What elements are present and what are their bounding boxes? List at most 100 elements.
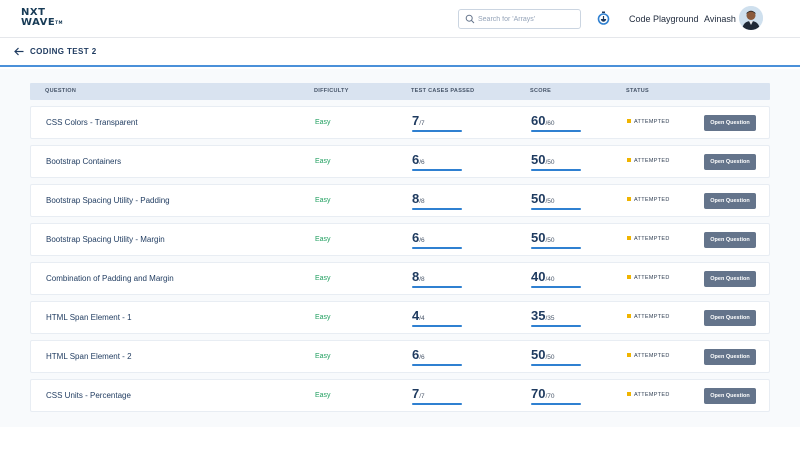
table-row: HTML Span Element - 2 Easy 6/6 50/50 ATTEMPT… (30, 340, 770, 373)
column-header-test-cases: TEST CASES PASSED (411, 88, 475, 94)
test-cases-progress (412, 364, 462, 366)
column-header-question: QUESTION (45, 88, 77, 94)
max-score: /70 (545, 393, 555, 400)
search-box[interactable] (458, 9, 581, 29)
test-cases-progress (412, 325, 462, 327)
score-value: 50 (531, 347, 546, 362)
score-cell: 40/40 (531, 268, 581, 290)
score-value: 40 (531, 269, 546, 284)
test-cases-cell: 7/7 (412, 385, 462, 407)
status-badge: ATTEMPTED (627, 391, 670, 398)
score-progress-fill (531, 403, 581, 405)
status-dot (627, 235, 631, 240)
test-cases-progress-fill (412, 403, 462, 405)
table-row: Bootstrap Spacing Utility - Margin Easy 6/… (30, 223, 770, 256)
open-question-button[interactable]: Open Question (704, 388, 756, 404)
search-icon (465, 14, 475, 24)
table-row: CSS Units - Percentage Easy 7/7 70/70 ATTEMP… (30, 379, 770, 412)
user-avatar[interactable] (739, 6, 763, 30)
table-row: HTML Span Element - 1 Easy 4/4 35/35 ATTEMPT… (30, 301, 770, 334)
score-cell: 50/50 (531, 229, 581, 251)
test-cases-cell: 4/4 (412, 307, 462, 329)
test-cases-progress (412, 208, 462, 210)
question-title[interactable]: HTML Span Element - 1 (46, 313, 132, 322)
status-dot (627, 352, 631, 357)
status-text: ATTEMPTED (634, 392, 670, 398)
difficulty-label: Easy (315, 314, 331, 321)
arrow-left-icon[interactable] (14, 47, 24, 56)
table-row: CSS Colors - Transparent Easy 7/7 60/60 ATTE… (30, 106, 770, 139)
page-title: CODING TEST 2 (30, 47, 97, 56)
test-cases-progress-fill (412, 364, 462, 366)
max-score: /50 (545, 237, 555, 244)
total-count: /6 (419, 159, 425, 166)
main-content: QUESTION DIFFICULTY TEST CASES PASSED SC… (0, 69, 800, 427)
open-question-button[interactable]: Open Question (704, 349, 756, 365)
score-cell: 50/50 (531, 190, 581, 212)
score-progress-fill (531, 364, 581, 366)
score-progress-fill (531, 130, 581, 132)
timer-icon[interactable] (597, 11, 610, 25)
test-cases-cell: 8/8 (412, 190, 462, 212)
test-cases-cell: 7/7 (412, 112, 462, 134)
score-progress-fill (531, 247, 581, 249)
open-question-button[interactable]: Open Question (704, 193, 756, 209)
open-question-button[interactable]: Open Question (704, 154, 756, 170)
test-cases-cell: 6/6 (412, 151, 462, 173)
status-text: ATTEMPTED (634, 236, 670, 242)
top-navbar: NXT WAVETM Code Playground Avinash (0, 0, 800, 38)
score-value: 50 (531, 152, 546, 167)
max-score: /50 (545, 159, 555, 166)
open-question-button[interactable]: Open Question (704, 232, 756, 248)
status-text: ATTEMPTED (634, 353, 670, 359)
test-cases-progress (412, 130, 462, 132)
difficulty-label: Easy (315, 158, 331, 165)
question-title[interactable]: Bootstrap Spacing Utility - Padding (46, 196, 170, 205)
score-value: 70 (531, 386, 546, 401)
score-progress (531, 403, 581, 405)
max-score: /40 (545, 276, 555, 283)
difficulty-label: Easy (315, 353, 331, 360)
score-value: 50 (531, 230, 546, 245)
difficulty-label: Easy (315, 236, 331, 243)
table-row: Bootstrap Spacing Utility - Padding Easy 8… (30, 184, 770, 217)
total-count: /6 (419, 237, 425, 244)
total-count: /7 (419, 393, 425, 400)
test-cases-progress (412, 403, 462, 405)
difficulty-label: Easy (315, 119, 331, 126)
max-score: /60 (545, 120, 555, 127)
nxtwave-logo[interactable]: NXT WAVETM (21, 8, 63, 30)
question-title[interactable]: CSS Units - Percentage (46, 391, 131, 400)
logo-tm: TM (55, 20, 63, 25)
column-header-score: SCORE (530, 88, 552, 94)
question-title[interactable]: CSS Colors - Transparent (46, 118, 138, 127)
code-playground-link[interactable]: Code Playground (629, 14, 699, 24)
test-cases-progress-fill (412, 208, 462, 210)
score-value: 50 (531, 191, 546, 206)
test-cases-progress (412, 247, 462, 249)
open-question-button[interactable]: Open Question (704, 115, 756, 131)
question-title[interactable]: HTML Span Element - 2 (46, 352, 132, 361)
total-count: /8 (419, 198, 425, 205)
score-progress (531, 247, 581, 249)
page-bottom (0, 427, 800, 450)
score-progress (531, 286, 581, 288)
score-progress (531, 130, 581, 132)
question-title[interactable]: Combination of Padding and Margin (46, 274, 174, 283)
question-title[interactable]: Bootstrap Spacing Utility - Margin (46, 235, 165, 244)
score-cell: 50/50 (531, 151, 581, 173)
column-header-status: STATUS (626, 88, 649, 94)
test-cases-cell: 6/6 (412, 229, 462, 251)
open-question-button[interactable]: Open Question (704, 310, 756, 326)
score-value: 35 (531, 308, 546, 323)
max-score: /50 (545, 354, 555, 361)
question-title[interactable]: Bootstrap Containers (46, 157, 121, 166)
search-input[interactable] (478, 12, 578, 26)
open-question-button[interactable]: Open Question (704, 271, 756, 287)
test-cases-progress-fill (412, 247, 462, 249)
score-value: 60 (531, 113, 546, 128)
status-badge: ATTEMPTED (627, 235, 670, 242)
score-progress-fill (531, 325, 581, 327)
status-badge: ATTEMPTED (627, 196, 670, 203)
status-badge: ATTEMPTED (627, 274, 670, 281)
